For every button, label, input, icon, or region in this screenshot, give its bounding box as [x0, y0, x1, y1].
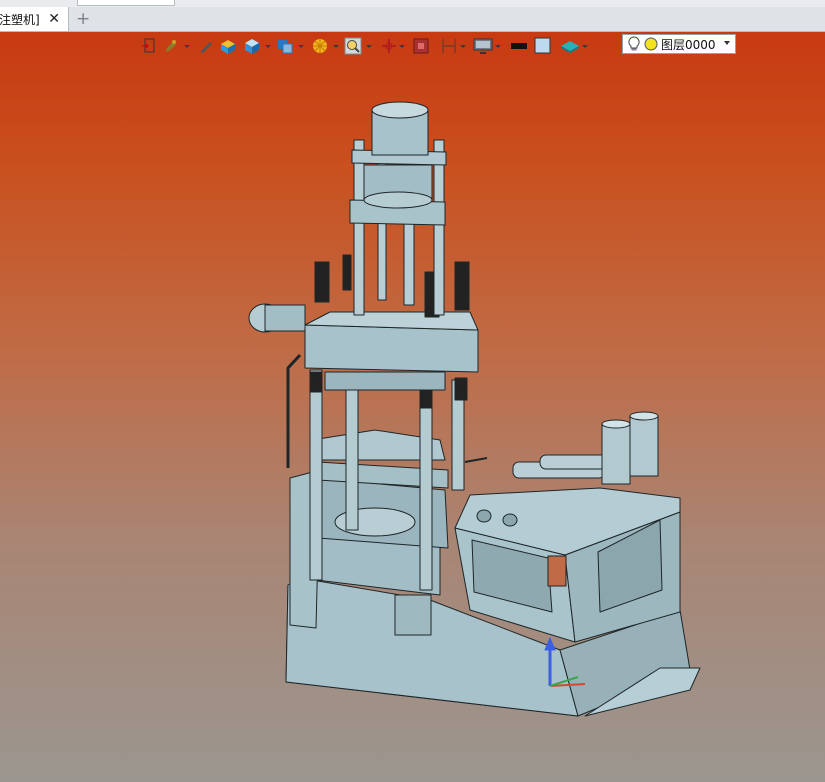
machine-3d-model[interactable]	[0, 32, 825, 782]
close-icon[interactable]: ✕	[48, 10, 60, 28]
document-tab-title: 注塑机]	[0, 12, 40, 27]
new-tab-button[interactable]: +	[76, 9, 90, 29]
3d-viewport[interactable]: 图层0000	[0, 32, 825, 782]
document-tab-bar: 注塑机] ✕ +	[0, 7, 825, 32]
document-tab[interactable]: 注塑机] ✕	[0, 7, 69, 31]
top-input-ghost[interactable]	[77, 0, 175, 6]
